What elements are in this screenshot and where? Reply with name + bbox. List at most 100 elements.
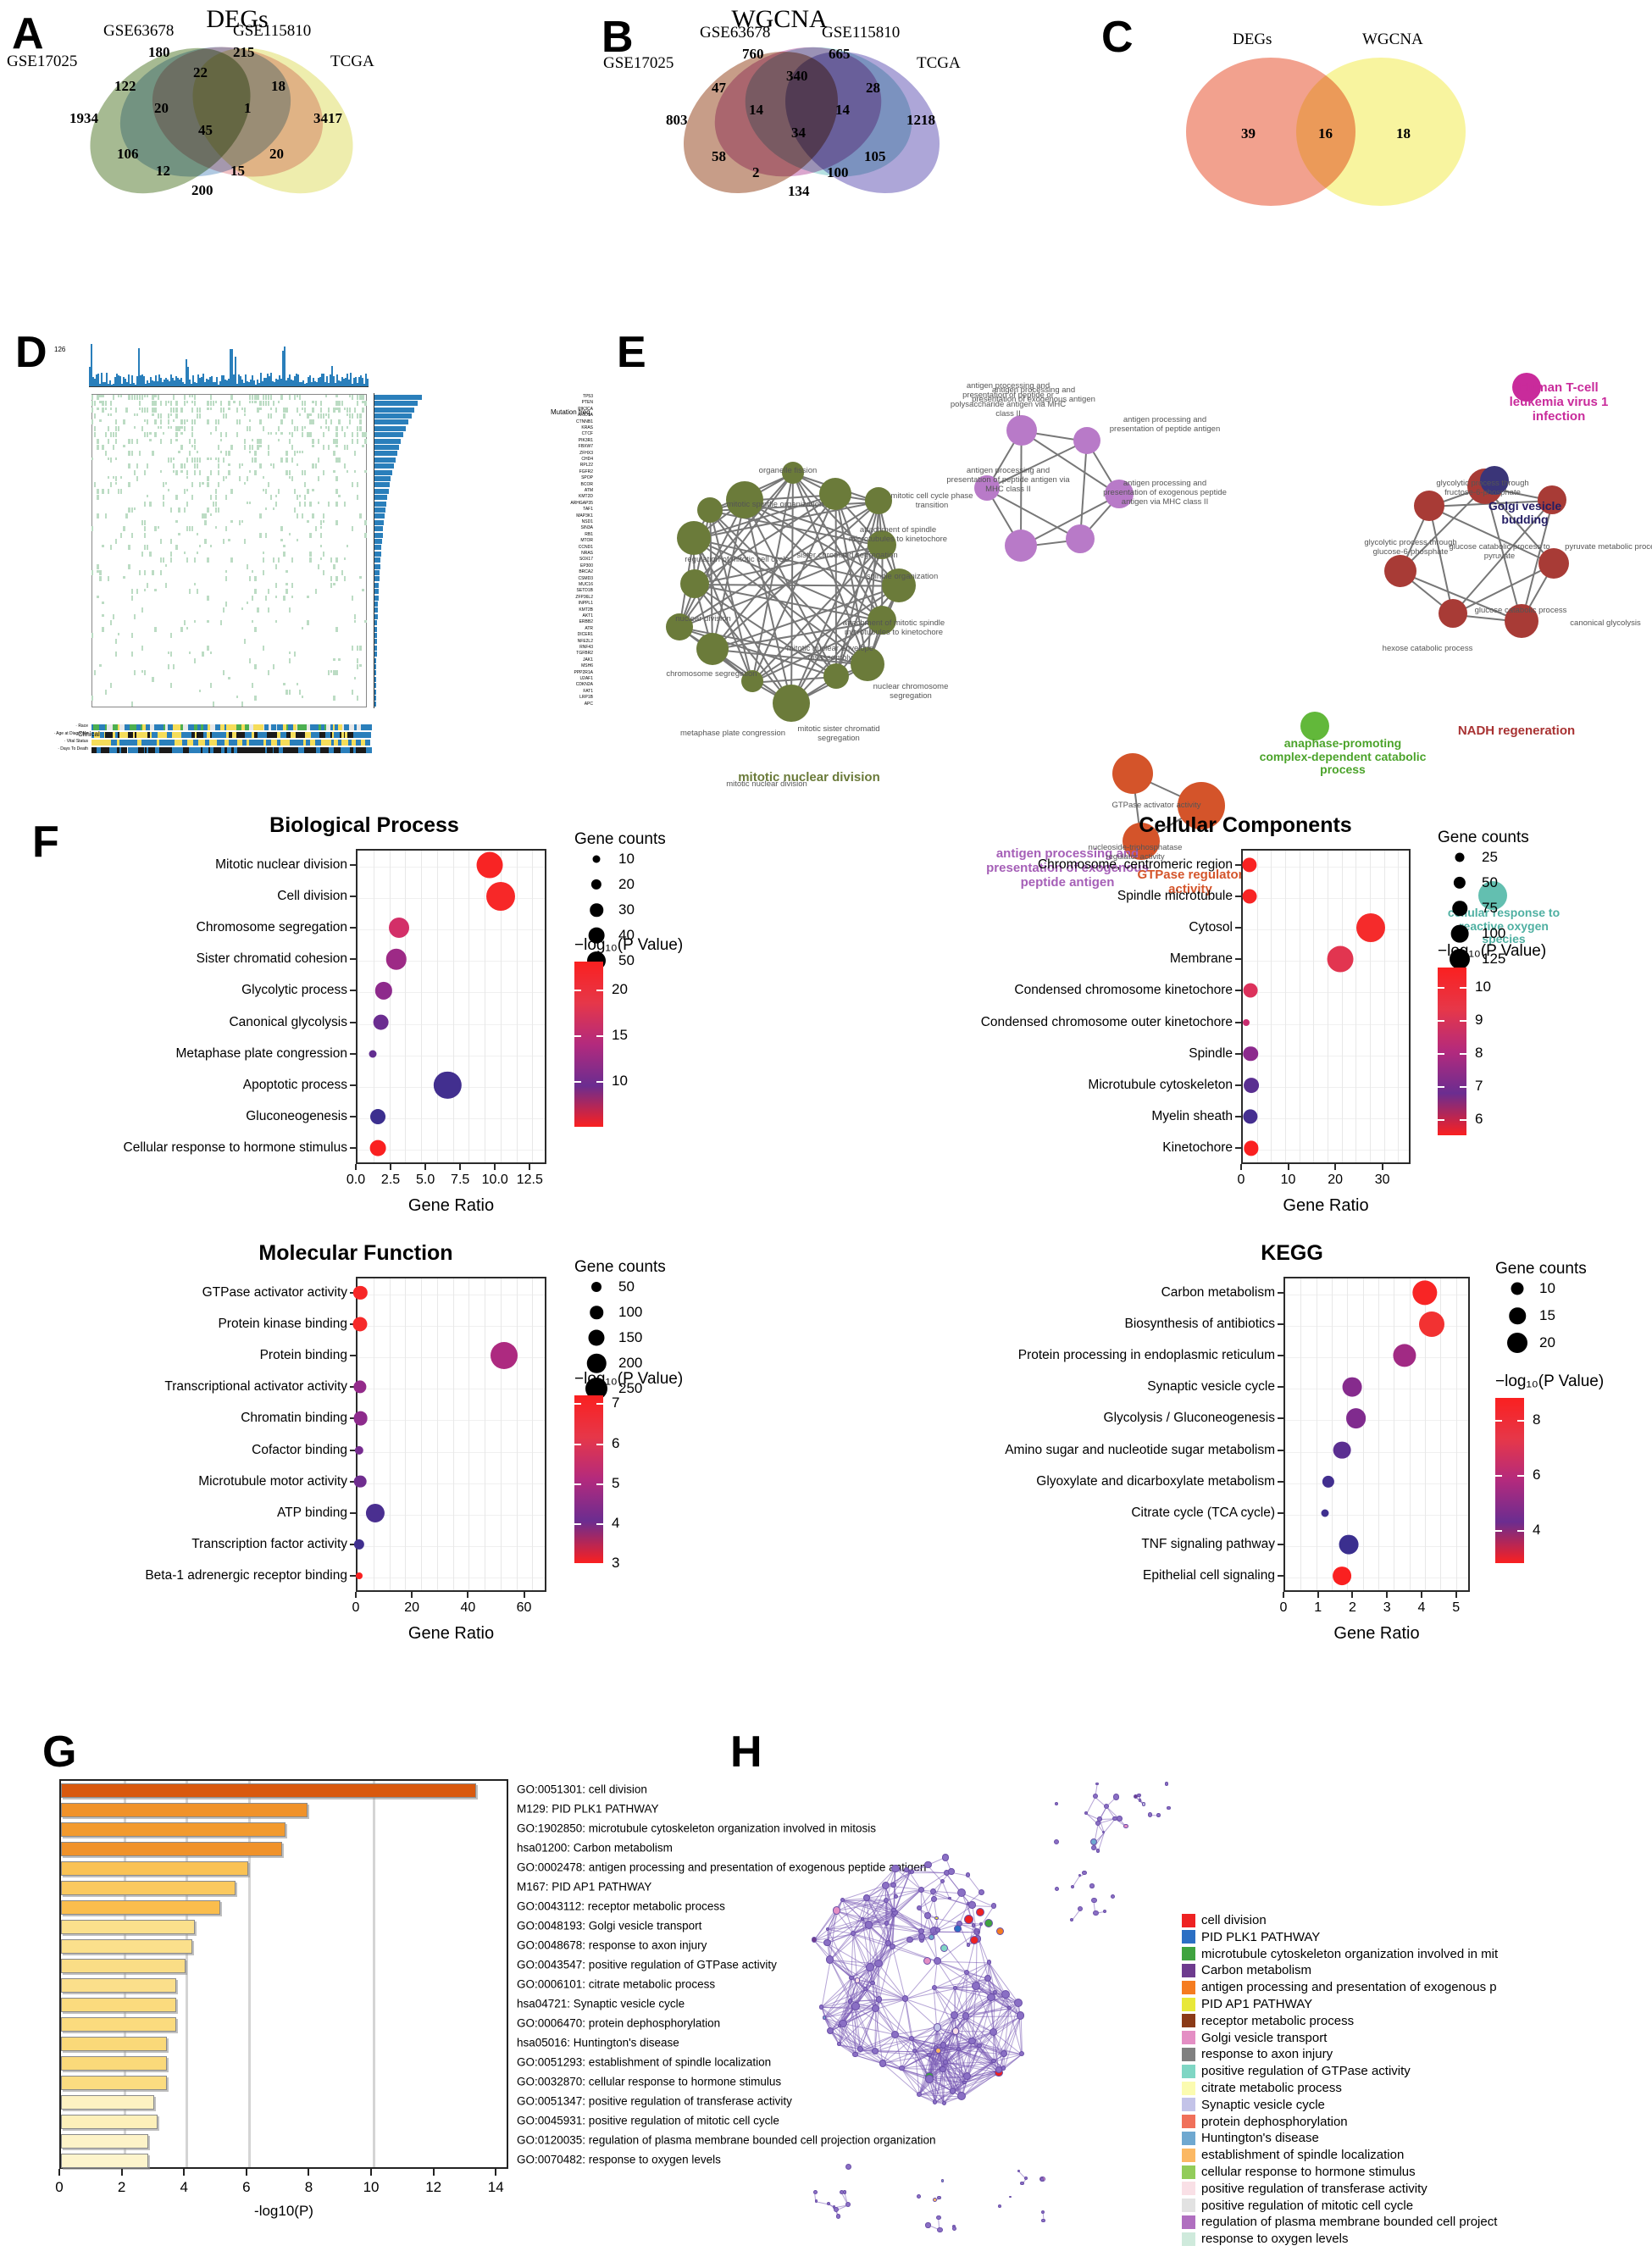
category-label: Synaptic vesicle cycle: [1147, 1379, 1275, 1395]
panel-letter-g: G: [42, 1727, 77, 1777]
legend-item: Huntington's disease: [1182, 2131, 1319, 2145]
mutation-cell: [312, 401, 314, 404]
mutation-cell: [133, 670, 136, 676]
bar-label: hsa01200: Carbon metabolism: [517, 1841, 673, 1854]
mutation-cell: [94, 425, 97, 431]
mutation-cell: [170, 413, 173, 416]
mutation-cell: [254, 589, 257, 595]
mutation-cell: [228, 401, 230, 407]
metascape-network-legend: cell division PID PLK1 PATHWAY microtubule…: [1182, 1913, 1652, 2260]
mutation-cell: [225, 475, 228, 479]
gridline-v: [421, 1278, 422, 1590]
mutation-cell: [114, 639, 118, 645]
mutation-cell: [236, 419, 238, 425]
venn-wgcna-value: 1218: [906, 112, 935, 128]
x-tick: [1317, 1592, 1319, 1598]
mutation-cell: [269, 413, 273, 419]
mutation-cell: [188, 589, 191, 595]
legend-item: Synaptic vesicle cycle: [1182, 2098, 1325, 2112]
color-legend-tick: [574, 989, 581, 991]
mutation-cell: [302, 626, 304, 629]
mutation-cell: [296, 394, 299, 397]
mutation-cell: [180, 432, 183, 435]
bar-label: GO:0043547: positive regulation of GTPas…: [517, 1958, 777, 1971]
mutation-cell: [322, 519, 325, 523]
legend-item: Carbon metabolism: [1182, 1963, 1311, 1977]
network-node: [1092, 1794, 1098, 1799]
mutation-cell: [298, 501, 302, 507]
x-tick: [245, 2169, 247, 2176]
clinical-cell: [175, 740, 182, 746]
clinical-cell: [304, 732, 311, 738]
mutation-cell: [225, 413, 228, 419]
legend-swatch: [1182, 1980, 1195, 1994]
mutation-cell: [254, 576, 257, 582]
mutation-cell: [291, 432, 293, 438]
mutation-freq-bar: [374, 407, 415, 413]
mutation-cell: [193, 457, 197, 463]
mutation-cell: [225, 451, 228, 457]
gridline-v: [1398, 851, 1400, 1162]
mutation-cell: [154, 394, 157, 397]
y-tick: [1278, 1449, 1283, 1451]
mutation-cell: [157, 394, 159, 400]
mutation-cell: [225, 526, 228, 532]
bar: [61, 1822, 285, 1837]
clinical-cell: [266, 747, 273, 753]
mutation-cell: [141, 394, 144, 400]
mutation-cell: [130, 632, 133, 638]
mutation-cell: [97, 444, 99, 450]
network-node: [1156, 1813, 1161, 1817]
legend-swatch: [1182, 2131, 1195, 2145]
mutation-cell: [144, 569, 147, 575]
mutation-cell: [149, 438, 152, 441]
color-legend-title: −log₁₀(P Value): [1495, 1372, 1605, 1390]
mutation-cell: [296, 495, 299, 501]
mutation-cell: [173, 394, 175, 400]
clinical-cell: [270, 724, 277, 730]
mutation-cell: [109, 413, 113, 416]
gridline-v: [1341, 851, 1343, 1162]
gridline-v: [1355, 851, 1357, 1162]
mutation-cell: [91, 457, 94, 460]
color-legend-tick: [1517, 1475, 1524, 1477]
mutation-cell: [298, 495, 302, 498]
category-label: Cytosol: [1189, 920, 1233, 934]
mutation-cell: [343, 557, 346, 561]
network-cluster-label: Human T-cell leukemia virus 1 infection: [1509, 380, 1609, 424]
mutation-freq-bar: [374, 413, 412, 419]
mutation-cell: [152, 401, 154, 407]
color-legend-label: 10: [612, 1072, 628, 1089]
y-tick: [1278, 1512, 1283, 1514]
mutation-cell: [254, 394, 257, 400]
mutation-cell: [157, 425, 159, 429]
mutation-cell: [351, 438, 354, 444]
venn-overlap-center-count: 16: [1318, 125, 1333, 141]
gridline-v: [532, 1278, 534, 1590]
legend-item: regulation of plasma membrane bounded ce…: [1182, 2215, 1497, 2229]
mutation-cell: [107, 475, 109, 479]
color-legend-tick: [1460, 987, 1466, 990]
color-legend-tick: [596, 1522, 603, 1525]
data-point: [373, 1014, 389, 1030]
gene-label: INPPL1: [578, 601, 593, 607]
mutation-cell: [272, 507, 275, 510]
size-legend-label: 50: [618, 1278, 635, 1295]
x-axis-title: Gene Ratio: [1283, 1196, 1369, 1215]
y-tick: [1278, 1544, 1283, 1546]
mutation-cell: [236, 407, 238, 413]
mutation-cell: [102, 613, 104, 617]
legend-swatch: [1182, 1930, 1195, 1944]
mutation-cell: [285, 582, 288, 585]
mutation-cell: [252, 444, 254, 450]
data-point: [1243, 983, 1258, 998]
network-node-label: glucose catabolic process: [1474, 606, 1567, 615]
gene-label: NSD1: [581, 519, 593, 524]
mutation-cell: [257, 407, 259, 413]
mutation-cell: [152, 407, 154, 413]
mutation-cell: [343, 407, 346, 410]
mutation-cell: [335, 394, 338, 397]
mutation-cell: [333, 582, 335, 585]
mutation-cell: [254, 695, 257, 701]
mutation-freq-bar: [374, 469, 392, 475]
